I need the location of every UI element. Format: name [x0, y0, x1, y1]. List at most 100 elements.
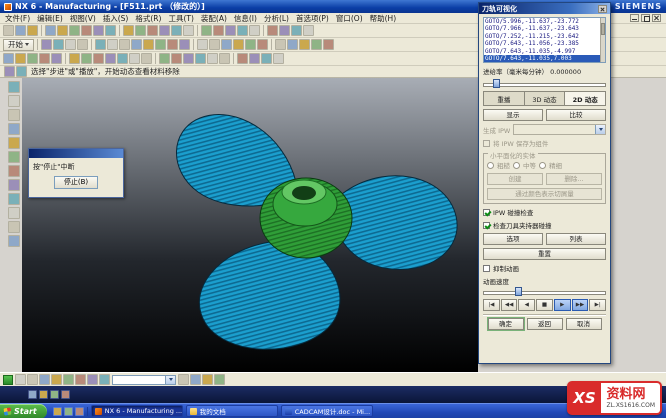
- toolbar-icon[interactable]: [178, 374, 189, 385]
- toolbar-icon[interactable]: [299, 39, 310, 50]
- toolbar-icon[interactable]: [4, 66, 15, 77]
- toolbar-icon[interactable]: [167, 39, 178, 50]
- toolbar-icon[interactable]: [75, 374, 86, 385]
- toolbar-icon[interactable]: [8, 179, 20, 191]
- toolbar-icon[interactable]: [15, 25, 26, 36]
- toolbar-icon[interactable]: [8, 151, 20, 163]
- dropdown-arrow-icon[interactable]: [595, 125, 605, 134]
- toolbar-icon[interactable]: [77, 39, 88, 50]
- toolbar-icon[interactable]: [213, 25, 224, 36]
- show-button[interactable]: 显示: [483, 109, 543, 121]
- toolbar-icon[interactable]: [273, 53, 284, 64]
- options-button[interactable]: 选项: [483, 233, 543, 245]
- toolbar-icon[interactable]: [195, 53, 206, 64]
- progress-slider[interactable]: [483, 79, 606, 88]
- facet-fine-radio[interactable]: [539, 162, 546, 169]
- goto-line[interactable]: GOTO/7.643,-11.056,-23.385: [484, 40, 600, 47]
- toolbar-icon[interactable]: [190, 374, 201, 385]
- stop-button[interactable]: 停止(B): [54, 176, 98, 189]
- menu-preferences[interactable]: 首选项(P): [296, 13, 329, 24]
- menu-file[interactable]: 文件(F): [5, 13, 30, 24]
- toolbar-icon[interactable]: [179, 39, 190, 50]
- toolbar-icon[interactable]: [27, 374, 38, 385]
- toolbar-icon[interactable]: [8, 235, 20, 247]
- toolbar-icon[interactable]: [41, 39, 52, 50]
- toolbar-icon[interactable]: [155, 39, 166, 50]
- go-to-end-button[interactable]: ▶|: [589, 299, 606, 311]
- close-icon[interactable]: [652, 14, 661, 22]
- delete-button[interactable]: 删除...: [546, 173, 602, 185]
- toolbar-icon[interactable]: [303, 25, 314, 36]
- toolbar-icon[interactable]: [69, 25, 80, 36]
- menu-information[interactable]: 信息(I): [234, 13, 257, 24]
- toolbar-icon[interactable]: [8, 109, 20, 121]
- toolbar-icon[interactable]: [202, 374, 213, 385]
- toolbar-icon[interactable]: [237, 53, 248, 64]
- toolbar-icon[interactable]: [51, 374, 62, 385]
- start-dropdown-button[interactable]: 开始: [3, 39, 34, 51]
- toolbar-icon[interactable]: [8, 207, 20, 219]
- ok-button[interactable]: 确定: [488, 318, 524, 330]
- menu-window[interactable]: 窗口(O): [336, 13, 363, 24]
- facet-coarse-radio[interactable]: [487, 162, 494, 169]
- toolbar-icon[interactable]: [8, 95, 20, 107]
- dropdown-arrow-icon[interactable]: [165, 376, 175, 384]
- ipw-collision-checkbox[interactable]: [483, 209, 490, 216]
- selection-filter-select[interactable]: [112, 375, 176, 385]
- toolbar-icon[interactable]: [201, 25, 212, 36]
- toolbar-icon[interactable]: [39, 390, 48, 399]
- toolbar-icon[interactable]: [119, 39, 130, 50]
- toolbar-icon[interactable]: [57, 25, 68, 36]
- toolbar-icon[interactable]: [287, 39, 298, 50]
- toolbar-icon[interactable]: [171, 53, 182, 64]
- graphics-viewport[interactable]: [22, 78, 478, 372]
- taskbar-item-nx[interactable]: NX 6 - Manufacturing ...: [91, 405, 183, 417]
- close-icon[interactable]: [598, 5, 607, 13]
- toolbar-icon[interactable]: [8, 137, 20, 149]
- goto-line[interactable]: GOTO/5.996,-11.637,-23.772: [484, 18, 600, 25]
- toolbar-icon[interactable]: [209, 39, 220, 50]
- fast-forward-button[interactable]: ▶▶: [572, 299, 589, 311]
- toolbar-icon[interactable]: [159, 25, 170, 36]
- menu-help[interactable]: 帮助(H): [370, 13, 397, 24]
- toolbar-icon[interactable]: [105, 53, 116, 64]
- suppress-animation-checkbox[interactable]: [483, 265, 490, 272]
- toolbar-icon[interactable]: [39, 53, 50, 64]
- toolbar-icon[interactable]: [28, 390, 37, 399]
- toolbar-icon[interactable]: [15, 374, 26, 385]
- toolbar-icon[interactable]: [257, 39, 268, 50]
- toolbar-icon[interactable]: [279, 25, 290, 36]
- toolbar-icon[interactable]: [8, 165, 20, 177]
- toolbar-icon[interactable]: [81, 25, 92, 36]
- cancel-button[interactable]: 取消: [566, 318, 602, 330]
- toolbar-icon[interactable]: [95, 39, 106, 50]
- toolbar-icon[interactable]: [197, 39, 208, 50]
- toolbar-icon[interactable]: [53, 39, 64, 50]
- toolbar-icon[interactable]: [237, 25, 248, 36]
- facet-medium-radio[interactable]: [513, 162, 520, 169]
- toolbar-icon[interactable]: [8, 221, 20, 233]
- toolbar-icon[interactable]: [75, 407, 84, 416]
- menu-assemblies[interactable]: 装配(A): [201, 13, 227, 24]
- tab-3d-dynamic[interactable]: 3D 动态: [524, 91, 565, 106]
- animation-speed-slider[interactable]: [483, 287, 606, 296]
- toolbar-icon[interactable]: [249, 53, 260, 64]
- toolbar-icon[interactable]: [8, 123, 20, 135]
- toolbar-icon[interactable]: [3, 53, 14, 64]
- save-ipw-checkbox[interactable]: [483, 140, 490, 147]
- toolbar-icon[interactable]: [214, 374, 225, 385]
- toolbar-icon[interactable]: [207, 53, 218, 64]
- toolbar-icon[interactable]: [147, 25, 158, 36]
- go-to-start-button[interactable]: |◀: [483, 299, 500, 311]
- toolbar-icon[interactable]: [81, 53, 92, 64]
- toolbar-icon[interactable]: [64, 407, 73, 416]
- toolbar-icon[interactable]: [105, 25, 116, 36]
- toolbar-icon[interactable]: [117, 53, 128, 64]
- toolbar-icon[interactable]: [93, 53, 104, 64]
- toolbar-icon[interactable]: [27, 53, 38, 64]
- toolbar-icon[interactable]: [233, 39, 244, 50]
- menu-insert[interactable]: 插入(S): [103, 13, 129, 24]
- toolbar-icon[interactable]: [275, 39, 286, 50]
- toolbar-icon[interactable]: [129, 53, 140, 64]
- create-button[interactable]: 创建: [487, 173, 543, 185]
